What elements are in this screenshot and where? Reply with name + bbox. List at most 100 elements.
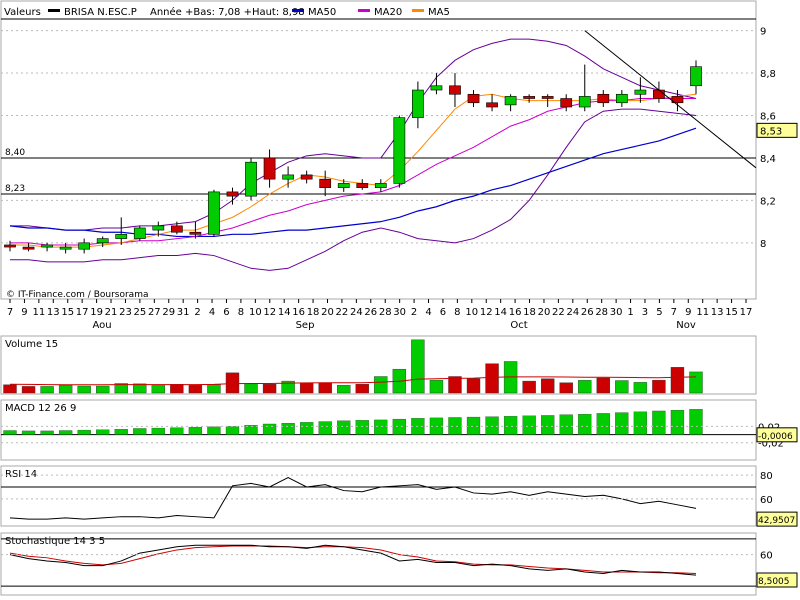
volume-bar	[689, 371, 703, 394]
date-tick-label: 26	[581, 307, 594, 318]
date-tick-label: 21	[105, 307, 118, 318]
date-tick-label: 5	[656, 307, 662, 318]
macd-panel: MACD 12 26 9 0,02-0,02-0,0006	[0, 399, 798, 461]
volume-bar	[207, 384, 221, 394]
rsi-tick-label: 80	[760, 471, 773, 482]
stock-chart: 8,40 8,23 8 8,2 8,4 8,6 8,8 9 8,53 Valeurs BRIS…	[0, 0, 800, 600]
price-tick-label: 9	[760, 27, 766, 38]
volume-bar	[244, 383, 258, 394]
candle	[393, 115, 406, 188]
date-tick-label: 2	[411, 307, 417, 318]
date-tick-label: 6	[223, 307, 229, 318]
legend-range: Année +Bas: 7,08 +Haut: 8,98	[150, 6, 305, 18]
rsi-panel: RSI 14 80 60 42,9507	[0, 465, 798, 527]
volume-bar	[337, 385, 351, 394]
date-tick-label: 28	[379, 307, 392, 318]
macd-bar	[114, 429, 128, 435]
volume-bar	[615, 380, 629, 394]
date-tick-label: 7	[7, 307, 13, 318]
stochastic-panel: Stochastique 14 3 5 60 8,5005	[0, 532, 798, 596]
macd-bar	[318, 421, 332, 435]
volume-bar	[540, 378, 555, 394]
candle-body	[412, 89, 424, 118]
legend-symbol: BRISA N.ESC.P	[64, 7, 137, 18]
macd-bar	[96, 429, 110, 435]
candle-body	[615, 93, 628, 104]
volume-bar	[170, 384, 184, 394]
date-tick-label: 27	[148, 307, 161, 318]
date-tick-label: 17	[740, 307, 753, 318]
date-tick-label: 7	[671, 307, 677, 318]
volume-bar	[448, 376, 462, 394]
date-tick-label: 16	[292, 307, 305, 318]
volume-label: Volume 15	[5, 339, 58, 350]
date-tick-label: 14	[278, 307, 291, 318]
price-reference-label: 8,40	[5, 148, 25, 158]
price-tick-label: 8,2	[760, 196, 776, 207]
macd-bar	[466, 416, 481, 435]
candle-body	[634, 89, 647, 95]
macd-bar	[615, 412, 629, 435]
candle-body	[152, 225, 165, 231]
date-tick-label: 4	[425, 307, 431, 318]
candle-body	[41, 244, 53, 248]
date-tick-label: 10	[249, 307, 262, 318]
date-tick-label: 6	[440, 307, 446, 318]
macd-bar	[503, 416, 518, 435]
candle-body	[189, 231, 202, 235]
price-panel: 8,40 8,23 8 8,2 8,4 8,6 8,8 9 8,53 Valeurs BRIS…	[0, 0, 798, 300]
macd-bar	[355, 420, 369, 435]
macd-bar	[633, 411, 648, 435]
date-tick-label: 28	[595, 307, 608, 318]
date-tick-label: 8	[238, 307, 244, 318]
month-label: Sep	[296, 320, 315, 331]
candle	[208, 189, 220, 237]
candle-body	[282, 174, 294, 180]
candle-body	[356, 183, 369, 188]
date-tick-label: 19	[90, 307, 103, 318]
rsi-tick-label: 60	[760, 495, 773, 506]
legend-ma5: MA5	[428, 7, 450, 18]
rsi-last-label: 42,9507	[758, 516, 795, 526]
volume-bar	[670, 367, 685, 394]
candle-body	[690, 66, 702, 87]
date-tick-label: 23	[119, 307, 132, 318]
macd-bar	[170, 427, 184, 435]
macd-bar	[188, 427, 203, 435]
candle-body	[300, 174, 313, 180]
date-tick-label: 22	[552, 307, 565, 318]
macd-bar	[77, 429, 91, 435]
date-tick-label: 29	[162, 307, 175, 318]
volume-bar	[652, 379, 666, 394]
date-tick-label: 17	[76, 307, 89, 318]
candle-body	[59, 246, 72, 250]
volume-bar	[21, 386, 36, 394]
candle-body	[653, 89, 665, 99]
candle-body	[319, 178, 332, 188]
volume-bar	[596, 377, 610, 394]
date-tick-label: 8	[454, 307, 460, 318]
volume-bar	[151, 384, 166, 394]
volume-bar	[299, 382, 314, 394]
date-tick-label: 20	[321, 307, 334, 318]
date-tick-label: 11	[32, 307, 45, 318]
volume-bar	[559, 382, 573, 394]
candle-body	[337, 183, 350, 188]
macd-bar	[207, 426, 221, 435]
candle-body	[393, 117, 406, 184]
date-tick-label: 20	[538, 307, 551, 318]
date-tick-label: 24	[566, 307, 579, 318]
volume-bar	[58, 385, 73, 394]
month-label: Oct	[510, 320, 527, 331]
price-reference-label: 8,23	[5, 184, 25, 194]
date-tick-label: 24	[350, 307, 363, 318]
macd-bar	[3, 430, 17, 435]
month-label: Aou	[92, 320, 111, 331]
date-tick-label: 13	[711, 307, 724, 318]
date-tick-label: 12	[480, 307, 493, 318]
volume-bar	[429, 379, 444, 394]
legend: Valeurs BRISA N.ESC.P Année +Bas: 7,08 +…	[4, 6, 450, 18]
candle-body	[263, 157, 276, 180]
date-tick-label: 10	[465, 307, 478, 318]
candle-body	[96, 238, 109, 244]
